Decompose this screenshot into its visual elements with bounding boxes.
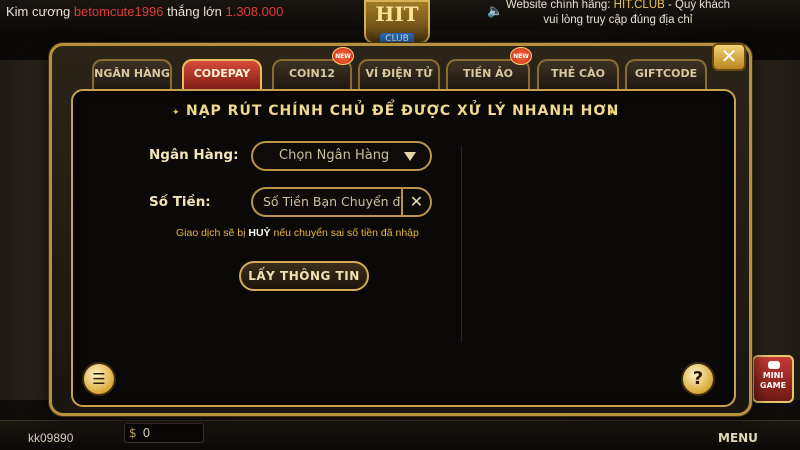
win-ticker: Kim cương betomcute1996 thắng lớn 1.308.… — [6, 4, 283, 19]
ticker-win-label: thắng lớn — [167, 4, 222, 19]
warning-prefix: Giao dịch sẽ bị — [176, 227, 246, 239]
note-icon[interactable]: ☰ — [82, 362, 116, 396]
form-panel — [71, 89, 736, 407]
gamepad-icon — [768, 361, 780, 369]
tab-label: TIỀN ẢO — [462, 67, 513, 80]
star-icon: ✦ — [608, 108, 616, 118]
clear-icon[interactable]: ✕ — [401, 187, 432, 217]
notice-prefix: Website chính hãng: — [505, 0, 611, 11]
bank-label: Ngân Hàng: — [149, 147, 239, 163]
menu-button[interactable]: MENU — [718, 431, 758, 445]
panel-heading: NẠP RÚT CHÍNH CHỦ ĐỂ ĐƯỢC XỬ LÝ NHANH HƠ… — [186, 103, 620, 119]
amount-label: Số Tiền: — [149, 194, 211, 210]
tab-giftcode[interactable]: GIFTCODE — [625, 59, 707, 89]
cancel-warning: Giao dịch sẽ bị HUỶ nếu chuyển sai số ti… — [176, 227, 419, 239]
star-icon: ✦ — [172, 108, 180, 118]
close-icon[interactable]: ✕ — [712, 43, 746, 71]
speaker-icon[interactable]: 🔈 — [487, 4, 503, 19]
tab-label: VÍ ĐIỆN TỬ — [365, 67, 433, 80]
tab-label: GIFTCODE — [634, 67, 698, 80]
hitclub-logo: HIT CLUB — [364, 0, 430, 45]
tab-label: COIN12 — [288, 67, 336, 80]
tab-label: CODEPAY — [193, 67, 251, 80]
tab-tien-ao[interactable]: TIỀN ẢO NEW — [446, 47, 532, 89]
amount-input[interactable]: Số Tiền Bạn Chuyển đ — [251, 187, 401, 217]
logo-main-text: HIT — [375, 2, 419, 26]
warning-suffix: nếu chuyển sai số tiền đã nhập — [273, 227, 419, 239]
tab-codepay[interactable]: CODEPAY — [182, 59, 262, 89]
tab-the-cao[interactable]: THẺ CÀO — [537, 59, 619, 89]
dropdown-caret-icon[interactable] — [404, 152, 416, 161]
notice-line2: vui lòng truy cập đúng địa chỉ — [543, 14, 693, 26]
new-badge: NEW — [510, 47, 532, 65]
mini-game-button[interactable]: MINI GAME — [752, 355, 794, 403]
tab-ngan-hang[interactable]: NGÂN HÀNG — [92, 59, 172, 89]
minigame-line2: GAME — [759, 381, 787, 390]
ticker-amount: 1.308.000 — [225, 4, 284, 19]
tab-label: NGÂN HÀNG — [94, 67, 170, 80]
panel-divider — [461, 146, 462, 342]
ticker-prefix: Kim cương — [6, 4, 71, 19]
minigame-line1: MINI — [762, 371, 784, 380]
tab-vi-dien-tu[interactable]: VÍ ĐIỆN TỬ — [358, 59, 440, 89]
notice-brand: HIT.CLUB — [613, 0, 665, 11]
get-info-button[interactable]: LẤY THÔNG TIN — [239, 261, 369, 291]
balance-display: $0 — [124, 423, 204, 443]
new-badge: NEW — [332, 47, 354, 65]
help-icon[interactable]: ? — [681, 362, 715, 396]
warning-strong: HUỶ — [248, 227, 271, 239]
ticker-username: betomcute1996 — [73, 4, 164, 19]
dollar-icon: $ — [129, 426, 137, 440]
notice-suffix: - Quý khách — [668, 0, 730, 11]
balance-value: 0 — [142, 426, 151, 440]
bottom-username: kk09890 — [28, 431, 74, 445]
tab-coin12[interactable]: COIN12 NEW — [272, 47, 354, 89]
website-notice: Website chính hãng: HIT.CLUB - Quý khách… — [506, 0, 730, 28]
tab-label: THẺ CÀO — [551, 67, 605, 80]
bottom-bar — [0, 420, 800, 450]
